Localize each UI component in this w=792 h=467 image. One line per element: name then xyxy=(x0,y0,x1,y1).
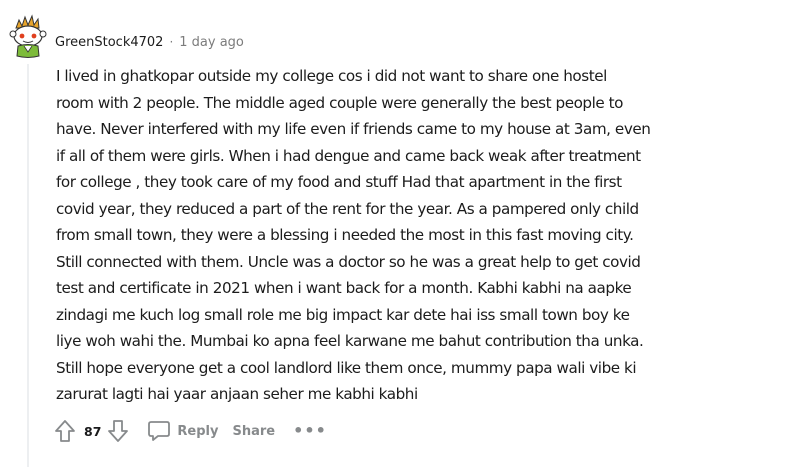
arrow-down-icon xyxy=(108,420,129,442)
comment-meta: GreenStock4702 · 1 day ago xyxy=(55,32,244,52)
meta-separator: · xyxy=(169,35,174,49)
comment-line: for college , they took care of my food … xyxy=(56,173,622,191)
more-options-icon: ••• xyxy=(293,421,327,440)
comment-timestamp[interactable]: 1 day ago xyxy=(179,35,244,50)
user-avatar[interactable] xyxy=(8,12,48,60)
comment-line: Still connected with them. Uncle was a d… xyxy=(56,252,641,271)
comment-line: liye woh wahi the. Mumbai ko apna feel k… xyxy=(56,332,644,350)
comment-line: I lived in ghatkopar outside my college … xyxy=(56,67,607,85)
comment-line: from small town, they were a blessing i … xyxy=(56,226,634,244)
comment-actions: 87 Reply Share ••• xyxy=(52,416,335,446)
comment-line: have. Never interfered with my life even… xyxy=(56,120,651,138)
comment-body: I lived in ghatkopar outside my college … xyxy=(56,63,746,408)
thread-line[interactable] xyxy=(27,64,29,467)
snoo-avatar-icon xyxy=(9,14,47,58)
vote-score: 87 xyxy=(84,423,102,439)
reply-button[interactable]: Reply xyxy=(141,417,224,445)
arrow-up-icon xyxy=(55,420,75,442)
comment-line: if all of them were girls. When i had de… xyxy=(56,146,641,165)
comment-line: zarurat lagti hai yaar anjaan seher me k… xyxy=(56,385,418,403)
speech-bubble-icon xyxy=(148,421,171,441)
more-options-button[interactable]: ••• xyxy=(285,417,335,445)
comment: GreenStock4702 · 1 day ago I lived in gh… xyxy=(0,0,792,467)
comment-line: zindagi me kuch log small role me big im… xyxy=(56,305,630,324)
reply-label: Reply xyxy=(177,423,219,439)
share-label: Share xyxy=(232,423,276,439)
upvote-button[interactable] xyxy=(52,417,78,445)
share-button[interactable]: Share xyxy=(226,417,281,445)
comment-line: covid year, they reduced a part of the r… xyxy=(56,199,639,218)
comment-line: Still hope everyone get a cool landlord … xyxy=(56,358,637,377)
comment-line: test and certificate in 2021 when i want… xyxy=(56,279,632,297)
downvote-button[interactable] xyxy=(105,417,131,445)
author-username[interactable]: GreenStock4702 xyxy=(55,35,163,50)
comment-line: room with 2 people. The middle aged coup… xyxy=(56,93,624,112)
